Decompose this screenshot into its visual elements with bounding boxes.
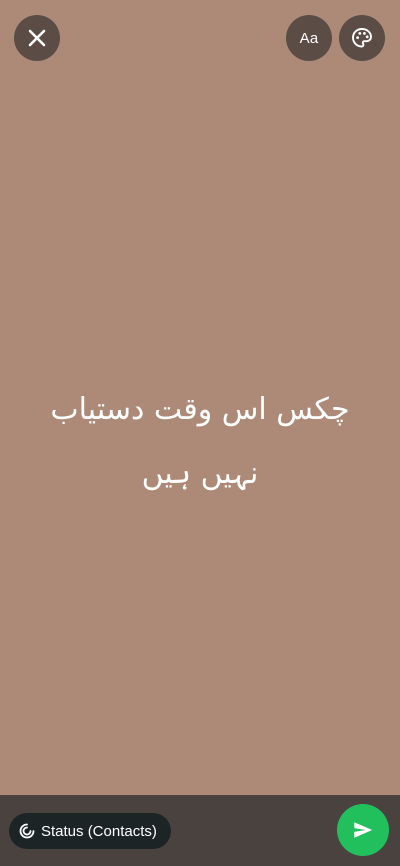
background-color-button[interactable]: [339, 15, 385, 61]
send-button[interactable]: [337, 804, 389, 856]
font-style-label: Aa: [299, 29, 319, 47]
top-toolbar: Aa: [0, 0, 400, 80]
bottom-bar: Status (Contacts): [0, 795, 400, 866]
palette-icon: [352, 28, 372, 48]
font-style-button[interactable]: Aa: [286, 15, 332, 61]
status-text[interactable]: چکس اس وقت دستیاب نہیں ہیں: [20, 378, 380, 506]
close-button[interactable]: [14, 15, 60, 61]
status-ring-icon: [19, 823, 35, 839]
status-audience-button[interactable]: Status (Contacts): [9, 813, 171, 849]
send-icon: [354, 822, 373, 838]
status-audience-label: Status (Contacts): [41, 822, 157, 840]
close-icon: [28, 29, 46, 47]
